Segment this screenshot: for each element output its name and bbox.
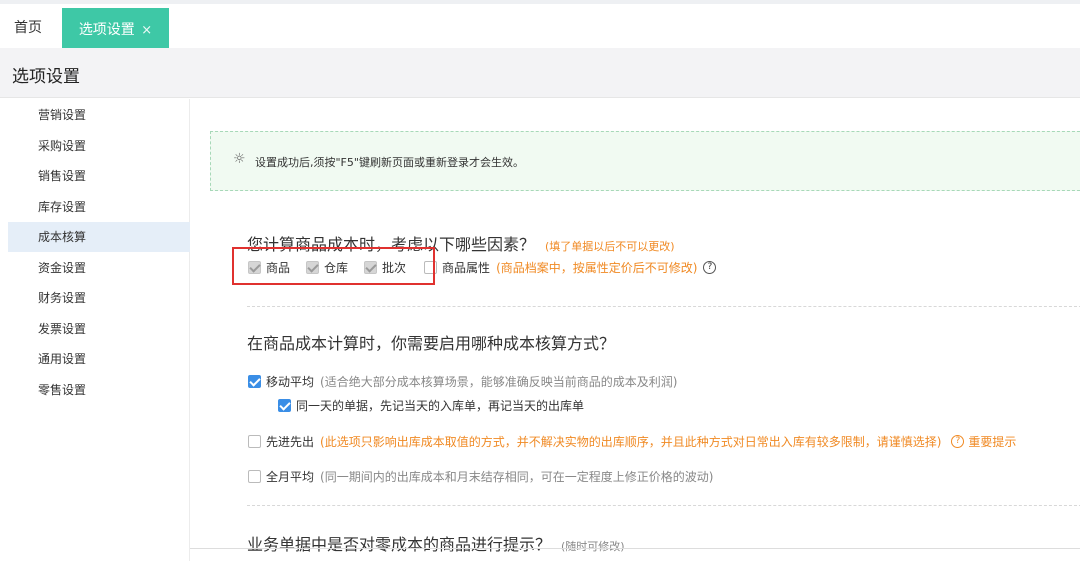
sidebar-item-sales[interactable]: 销售设置 (8, 161, 190, 191)
fifo-label: 先进先出 (266, 435, 315, 449)
checkbox-moving-average[interactable] (248, 375, 261, 388)
help-icon[interactable]: ? (703, 261, 717, 274)
bottom-border (190, 548, 1080, 549)
sidebar-item-retail[interactable]: 零售设置 (8, 375, 190, 405)
notice-text: 设置成功后,须按"F5"键刷新页面或重新登录才会生效。 (255, 156, 524, 169)
option-moving-average: 移动平均 (适合绝大部分成本核算场景，能够准确反映当前商品的成本及利润) (248, 373, 677, 390)
section-divider (247, 505, 1080, 506)
sidebar-item-invoice[interactable]: 发票设置 (8, 314, 190, 344)
section-zero-cost-heading: 业务单据中是否对零成本的商品进行提示？ (247, 535, 552, 554)
lightbulb-icon: ☼ (233, 151, 246, 167)
option-fifo: 先进先出 (此选项只影响出库成本取值的方式，并不解决实物的出库顺序，并且此种方式… (248, 433, 1016, 450)
moving-average-label: 移动平均 (266, 375, 315, 389)
section-zero-cost-note: (随时可修改) (561, 540, 625, 553)
option-same-day: 同一天的单据，先记当天的入库单，再记当天的出库单 (278, 397, 584, 414)
main-content: ☼ 设置成功后,须按"F5"键刷新页面或重新登录才会生效。 您计算商品成本时，考… (190, 99, 1080, 561)
option-monthly-average: 全月平均 (同一期间内的出库成本和月末结存相同，可在一定程度上修正价格的波动) (248, 468, 713, 485)
checkbox-monthly-average[interactable] (248, 470, 261, 483)
sidebar-item-finance[interactable]: 财务设置 (8, 283, 190, 313)
section-cost-factors-note: (填了单据以后不可以更改) (545, 240, 675, 253)
option-product-attribute-label: 商品属性 (442, 261, 491, 275)
tab-options-settings[interactable]: 选项设置 × (62, 8, 169, 52)
moving-average-desc: (适合绝大部分成本核算场景，能够准确反映当前商品的成本及利润) (320, 375, 678, 389)
important-tip-link[interactable]: 重要提示 (968, 433, 1016, 450)
tab-options-settings-label: 选项设置 (78, 22, 135, 38)
sidebar-item-marketing[interactable]: 营销设置 (8, 100, 190, 130)
section-zero-cost-title: 业务单据中是否对零成本的商品进行提示？ (随时可修改) (247, 531, 625, 555)
tab-bar: 首页 选项设置 × (0, 0, 1080, 52)
close-icon[interactable]: × (141, 23, 152, 38)
notice-banner: ☼ 设置成功后,须按"F5"键刷新页面或重新登录才会生效。 (210, 131, 1080, 191)
highlight-box (232, 247, 435, 285)
section-cost-method-title: 在商品成本计算时，你需要启用哪种成本核算方式？ (247, 334, 616, 353)
section-divider (247, 306, 1080, 307)
checkbox-fifo[interactable] (248, 435, 261, 448)
sidebar-item-general[interactable]: 通用设置 (8, 344, 190, 374)
sidebar-item-inventory[interactable]: 库存设置 (8, 192, 190, 222)
sidebar-item-cost-accounting[interactable]: 成本核算 (8, 222, 190, 252)
monthly-average-label: 全月平均 (266, 470, 315, 484)
product-attribute-note: (商品档案中，按属性定价后不可修改) (496, 261, 698, 275)
important-tip-icon[interactable]: ? (951, 435, 965, 448)
sidebar-item-purchase[interactable]: 采购设置 (8, 131, 190, 161)
sidebar-item-funds[interactable]: 资金设置 (8, 253, 190, 283)
checkbox-same-day[interactable] (278, 399, 291, 412)
title-bar: 选项设置 (0, 48, 1080, 98)
fifo-desc: (此选项只影响出库成本取值的方式，并不解决实物的出库顺序，并且此种方式对日常出入… (320, 435, 942, 449)
tab-home[interactable]: 首页 (0, 8, 56, 48)
monthly-average-desc: (同一期间内的出库成本和月末结存相同，可在一定程度上修正价格的波动) (320, 470, 714, 484)
page-title: 选项设置 (12, 67, 80, 87)
same-day-label: 同一天的单据，先记当天的入库单，再记当天的出库单 (296, 399, 585, 413)
sidebar: 营销设置 采购设置 销售设置 库存设置 成本核算 资金设置 财务设置 发票设置 … (8, 99, 190, 561)
